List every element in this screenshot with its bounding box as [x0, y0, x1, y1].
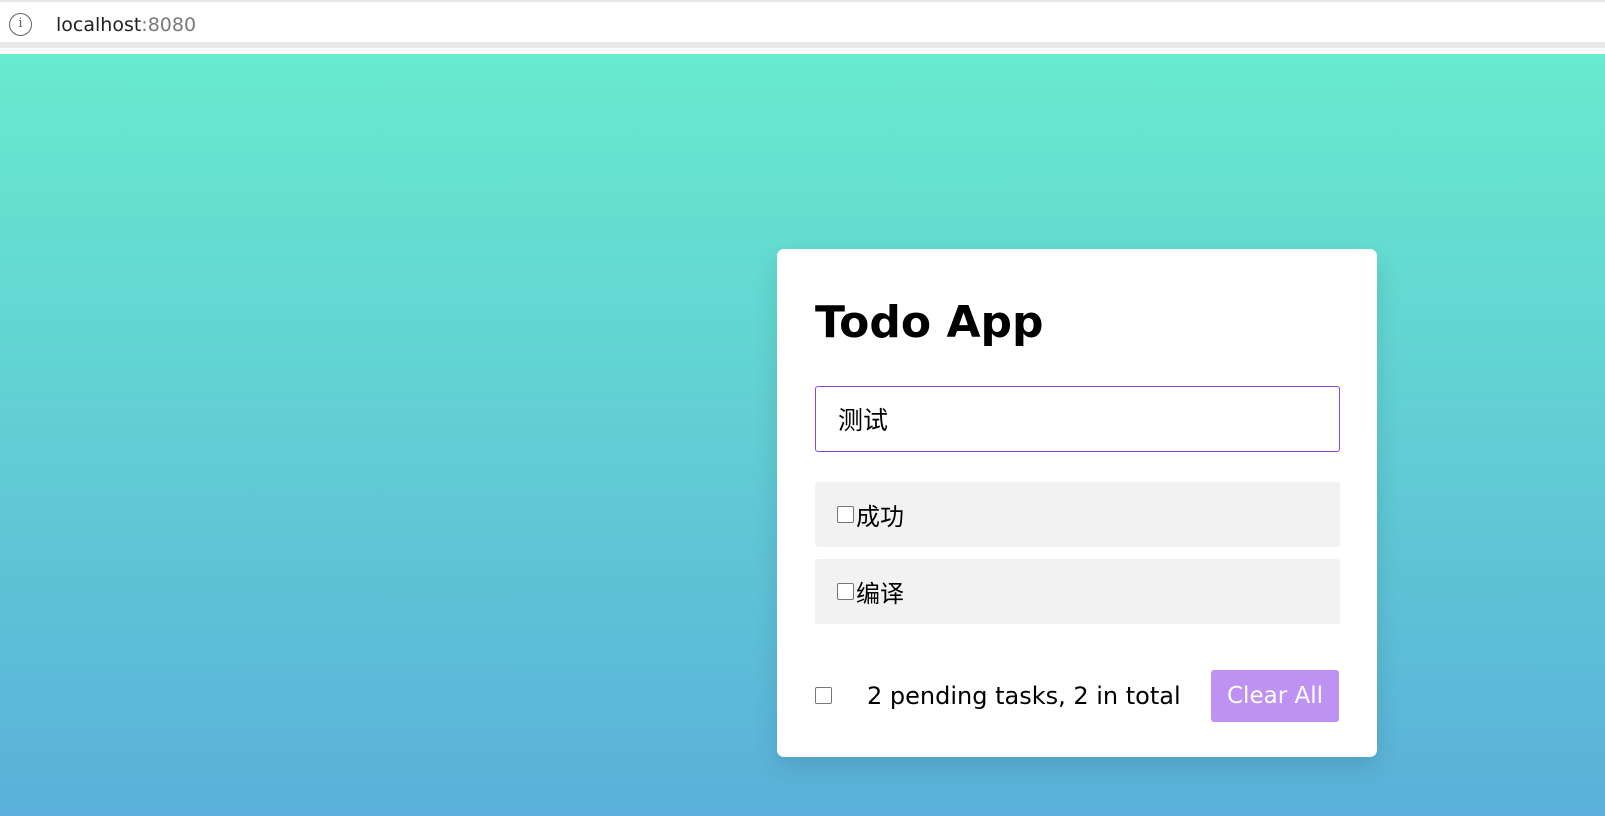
browser-address-bar: i localhost:8080 [0, 0, 1605, 48]
todo-item: 成功 [815, 482, 1340, 547]
page-background: Todo App 成功 编译 2 pending tasks, 2 in tot… [0, 54, 1605, 816]
toggle-all-checkbox[interactable] [815, 687, 832, 704]
todo-label: 编译 [856, 580, 904, 608]
url-port: :8080 [141, 14, 197, 36]
todo-checkbox[interactable] [837, 506, 854, 523]
app-title: Todo App [815, 297, 1044, 348]
todo-item: 编译 [815, 559, 1340, 624]
url-host: localhost [56, 14, 142, 36]
task-input[interactable] [815, 386, 1340, 452]
address-url[interactable]: localhost:8080 [56, 14, 196, 36]
todo-list: 成功 编译 [815, 482, 1340, 636]
clear-all-button[interactable]: Clear All [1211, 670, 1339, 722]
todo-checkbox[interactable] [837, 583, 854, 600]
todo-label: 成功 [856, 503, 904, 531]
pending-count-text: 2 pending tasks, 2 in total [867, 682, 1181, 710]
todo-card: Todo App 成功 编译 2 pending tasks, 2 in tot… [777, 249, 1377, 757]
info-icon[interactable]: i [9, 13, 32, 36]
